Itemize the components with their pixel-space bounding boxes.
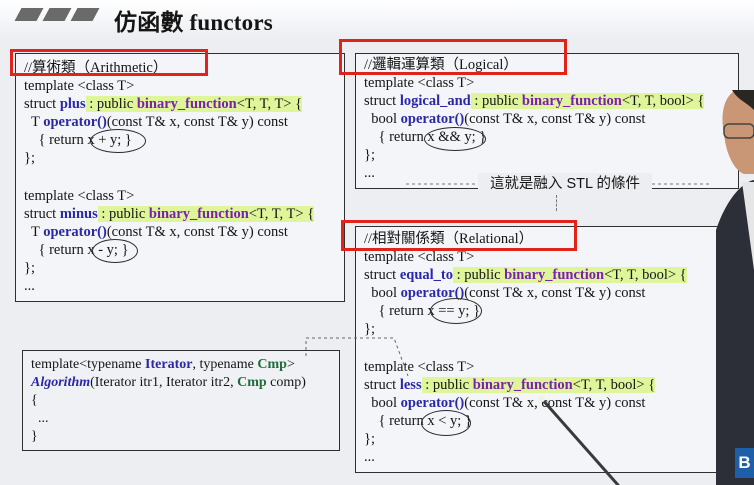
- relational-code-box: //相對關係類（Relational） template <class T> s…: [355, 226, 739, 473]
- struct-name-plus: plus: [59, 96, 86, 112]
- struct-keyword: struct: [24, 96, 60, 112]
- code-line: bool operator()(const T& x, const T& y) …: [364, 285, 646, 301]
- slash-mark-2: [42, 8, 72, 21]
- code-line: template <class T>: [364, 75, 475, 91]
- struct-name-equal-to: equal_to: [399, 267, 454, 283]
- presenter-photo: [716, 90, 754, 485]
- operator-call: operator(): [43, 114, 107, 130]
- code-line: T operator()(const T& x, const T& y) con…: [24, 224, 288, 240]
- code-line: struct logical_and : public binary_funct…: [364, 93, 705, 109]
- algorithm-code-box: template<typename Iterator, typename Cmp…: [22, 350, 340, 451]
- code-line: struct less : public binary_function<T, …: [364, 377, 656, 393]
- cmp-type: Cmp: [257, 357, 287, 372]
- circle-annotation: [90, 129, 146, 153]
- operator-call: operator(): [400, 395, 465, 411]
- code-line: template <class T>: [24, 78, 135, 94]
- base-class-name: binary_function: [148, 206, 249, 222]
- code-line: };: [364, 321, 375, 337]
- circle-annotation: [424, 127, 486, 151]
- circle-annotation: [430, 298, 482, 324]
- inheritance-highlight: : public binary_function<T, T, bool> {: [470, 93, 705, 109]
- code-line: ...: [24, 278, 35, 294]
- operator-call: operator(): [400, 111, 465, 127]
- base-class-name: binary_function: [521, 93, 622, 109]
- iterator-type: Iterator: [145, 357, 193, 372]
- emphasis-box-relational: [341, 220, 577, 251]
- base-class-name: binary_function: [472, 377, 573, 393]
- inheritance-highlight: : public binary_function<T, T, bool> {: [453, 267, 687, 283]
- code-line: };: [364, 431, 375, 447]
- code-line: };: [24, 260, 35, 276]
- struct-name-less: less: [399, 377, 422, 393]
- callout-stem: [556, 195, 557, 211]
- code-line: struct plus : public binary_function<T, …: [24, 95, 303, 113]
- cmp-param-type: Cmp: [237, 375, 267, 390]
- inheritance-highlight: : public binary_function<T, T, bool> {: [421, 377, 656, 393]
- code-line: struct equal_to : public binary_function…: [364, 267, 687, 283]
- code-line: ...: [364, 449, 375, 465]
- callout-note: 這就是融入 STL 的條件: [478, 173, 652, 195]
- title-decoration-icon: [14, 8, 100, 21]
- operator-call: operator(): [43, 224, 107, 240]
- code-line: Algorithm(Iterator itr1, Iterator itr2, …: [31, 375, 306, 390]
- code-line: bool operator()(const T& x, const T& y) …: [364, 395, 646, 411]
- circle-annotation: [92, 239, 138, 263]
- emphasis-box-arithmetic: [10, 49, 208, 76]
- code-line: ...: [31, 411, 49, 426]
- inheritance-highlight: : public binary_function<T, T, T> {: [85, 96, 303, 112]
- inheritance-highlight: : public binary_function<T, T, T> {: [97, 206, 315, 222]
- code-line: ...: [364, 165, 375, 181]
- emphasis-box-logical: [339, 39, 567, 75]
- slash-mark-3: [70, 8, 100, 21]
- code-line: {: [31, 393, 38, 408]
- base-class-name: binary_function: [136, 96, 237, 112]
- base-class-name: binary_function: [504, 267, 605, 283]
- slash-mark-1: [14, 8, 44, 21]
- struct-name-minus: minus: [59, 206, 98, 222]
- title-bar: 仿函數 functors: [0, 0, 754, 38]
- circle-annotation: [421, 410, 471, 436]
- code-line: T operator()(const T& x, const T& y) con…: [24, 114, 288, 130]
- struct-keyword: struct: [24, 206, 60, 222]
- code-line: }: [31, 429, 38, 444]
- struct-name-logical-and: logical_and: [399, 93, 471, 109]
- code-line: bool operator()(const T& x, const T& y) …: [364, 111, 646, 127]
- code-line: };: [24, 150, 35, 166]
- code-line: };: [364, 147, 375, 163]
- algorithm-name: Algorithm: [31, 375, 91, 390]
- code-line: template <class T>: [364, 359, 475, 375]
- channel-logo: B: [735, 448, 754, 478]
- arithmetic-code-box: //算術類（Arithmetic） template <class T> str…: [15, 53, 345, 302]
- code-line: struct minus : public binary_function<T,…: [24, 205, 315, 223]
- code-line: template <class T>: [24, 188, 135, 204]
- code-line: template<typename Iterator, typename Cmp…: [31, 357, 295, 372]
- slide-title: 仿函數 functors: [114, 10, 273, 35]
